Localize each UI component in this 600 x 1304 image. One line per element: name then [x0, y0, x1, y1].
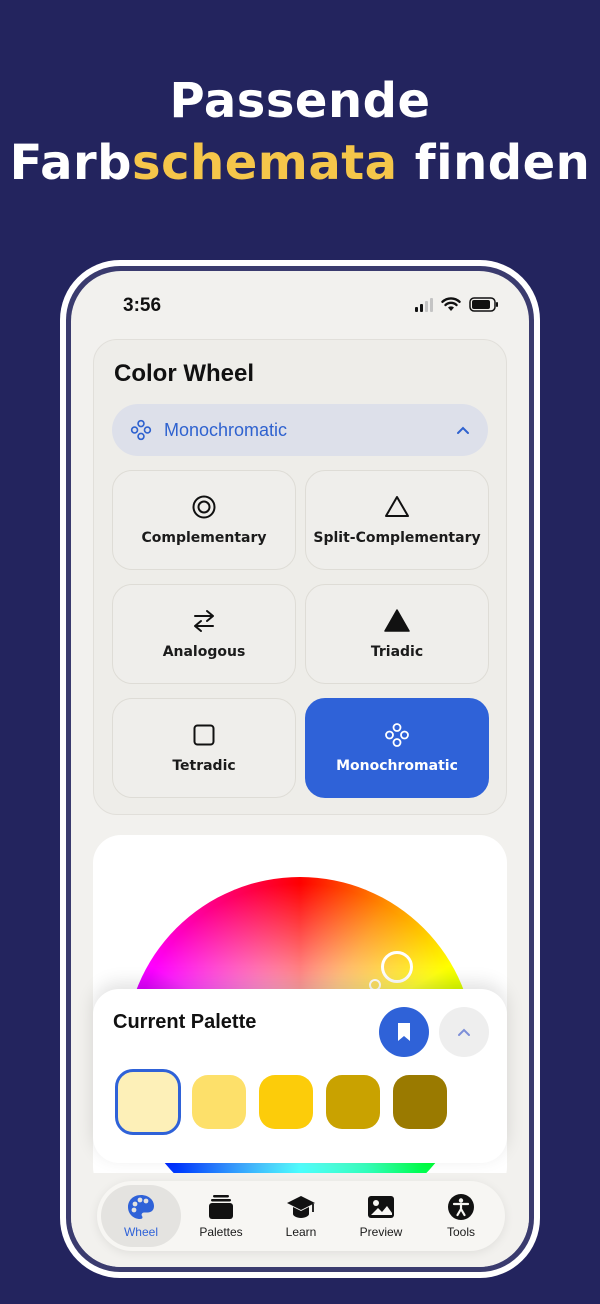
- app-screen: 3:56 Color Wheel Monochromatic Complemen…: [71, 271, 529, 1267]
- signal-icon: [415, 297, 433, 312]
- tab-label: Tools: [446, 1225, 475, 1239]
- tab-learn[interactable]: Learn: [261, 1185, 341, 1247]
- chevron-up-icon: [457, 426, 469, 434]
- tab-bar-pill: Wheel Palettes Learn Preview Tools: [97, 1181, 505, 1251]
- headline: Passende Farbschemata finden: [0, 70, 600, 194]
- accessibility-icon: [448, 1194, 474, 1220]
- scheme-option-triadic[interactable]: Triadic: [305, 584, 489, 684]
- phone-frame: 3:56 Color Wheel Monochromatic Complemen…: [60, 260, 540, 1278]
- tab-palettes[interactable]: Palettes: [181, 1185, 261, 1247]
- triangle-filled-icon: [384, 609, 410, 632]
- tab-bar: Wheel Palettes Learn Preview Tools: [71, 1173, 529, 1267]
- palette-swatches: [115, 1069, 447, 1135]
- scheme-option-split-complementary[interactable]: Split-Complementary: [305, 470, 489, 570]
- card-title: Color Wheel: [114, 360, 255, 387]
- bookmark-icon: [398, 1023, 410, 1041]
- palette-swatch[interactable]: [192, 1075, 246, 1129]
- tab-label: Wheel: [123, 1225, 158, 1239]
- palette-swatch[interactable]: [326, 1075, 380, 1129]
- stack-icon: [209, 1195, 233, 1219]
- current-palette-card: Current Palette: [93, 989, 507, 1163]
- scheme-option-label: Monochromatic: [336, 758, 458, 774]
- scheme-grid: Complementary Split-Complementary Analog…: [112, 470, 489, 798]
- phone-bezel: 3:56 Color Wheel Monochromatic Complemen…: [66, 266, 534, 1272]
- scheme-option-label: Triadic: [370, 644, 424, 660]
- color-wheel-handle[interactable]: [381, 951, 413, 983]
- tab-label: Palettes: [199, 1225, 243, 1239]
- tab-label: Preview: [359, 1225, 403, 1239]
- wifi-icon: [441, 297, 461, 311]
- graduation-cap-icon: [287, 1196, 315, 1218]
- headline-accent: schemata: [132, 135, 398, 191]
- palette-swatch[interactable]: [259, 1075, 313, 1129]
- palette-swatch[interactable]: [115, 1069, 181, 1135]
- scheme-option-label: Analogous: [162, 644, 246, 660]
- scheme-option-analogous[interactable]: Analogous: [112, 584, 296, 684]
- palette-icon: [128, 1195, 154, 1219]
- circles-cluster-icon: [385, 723, 409, 747]
- tab-tools[interactable]: Tools: [421, 1185, 501, 1247]
- tab-label: Learn: [285, 1225, 317, 1239]
- square-icon: [193, 724, 215, 746]
- headline-line-2: Farbschemata finden: [0, 132, 600, 194]
- photo-icon: [368, 1196, 394, 1218]
- triangle-outline-icon: [385, 496, 409, 517]
- battery-icon: [469, 297, 498, 312]
- headline-suffix: finden: [397, 135, 591, 191]
- selected-scheme-label: Monochromatic: [164, 419, 288, 440]
- save-palette-button[interactable]: [379, 1007, 429, 1057]
- palette-swatch[interactable]: [393, 1075, 447, 1129]
- color-wheel-card: Color Wheel Monochromatic Complementary: [93, 339, 507, 815]
- headline-line-1: Passende: [169, 73, 431, 129]
- target-icon: [192, 495, 216, 519]
- scheme-option-label: Tetradic: [172, 758, 236, 774]
- tab-preview[interactable]: Preview: [341, 1185, 421, 1247]
- circles-cluster-icon: [130, 419, 152, 441]
- headline-prefix: Farb: [9, 135, 133, 191]
- status-icons: [415, 297, 499, 312]
- chevron-up-icon: [458, 1028, 470, 1036]
- collapse-palette-button[interactable]: [439, 1007, 489, 1057]
- scheme-option-label: Split-Complementary: [313, 530, 481, 546]
- scheme-option-label: Complementary: [141, 530, 267, 546]
- scheme-selector[interactable]: Monochromatic: [112, 404, 488, 456]
- tab-wheel[interactable]: Wheel: [101, 1185, 181, 1247]
- status-time: 3:56: [123, 295, 162, 316]
- palette-title: Current Palette: [113, 1011, 257, 1033]
- arrows-swap-icon: [194, 610, 214, 632]
- scheme-option-complementary[interactable]: Complementary: [112, 470, 296, 570]
- scheme-option-tetradic[interactable]: Tetradic: [112, 698, 296, 798]
- scheme-option-monochromatic[interactable]: Monochromatic: [305, 698, 489, 798]
